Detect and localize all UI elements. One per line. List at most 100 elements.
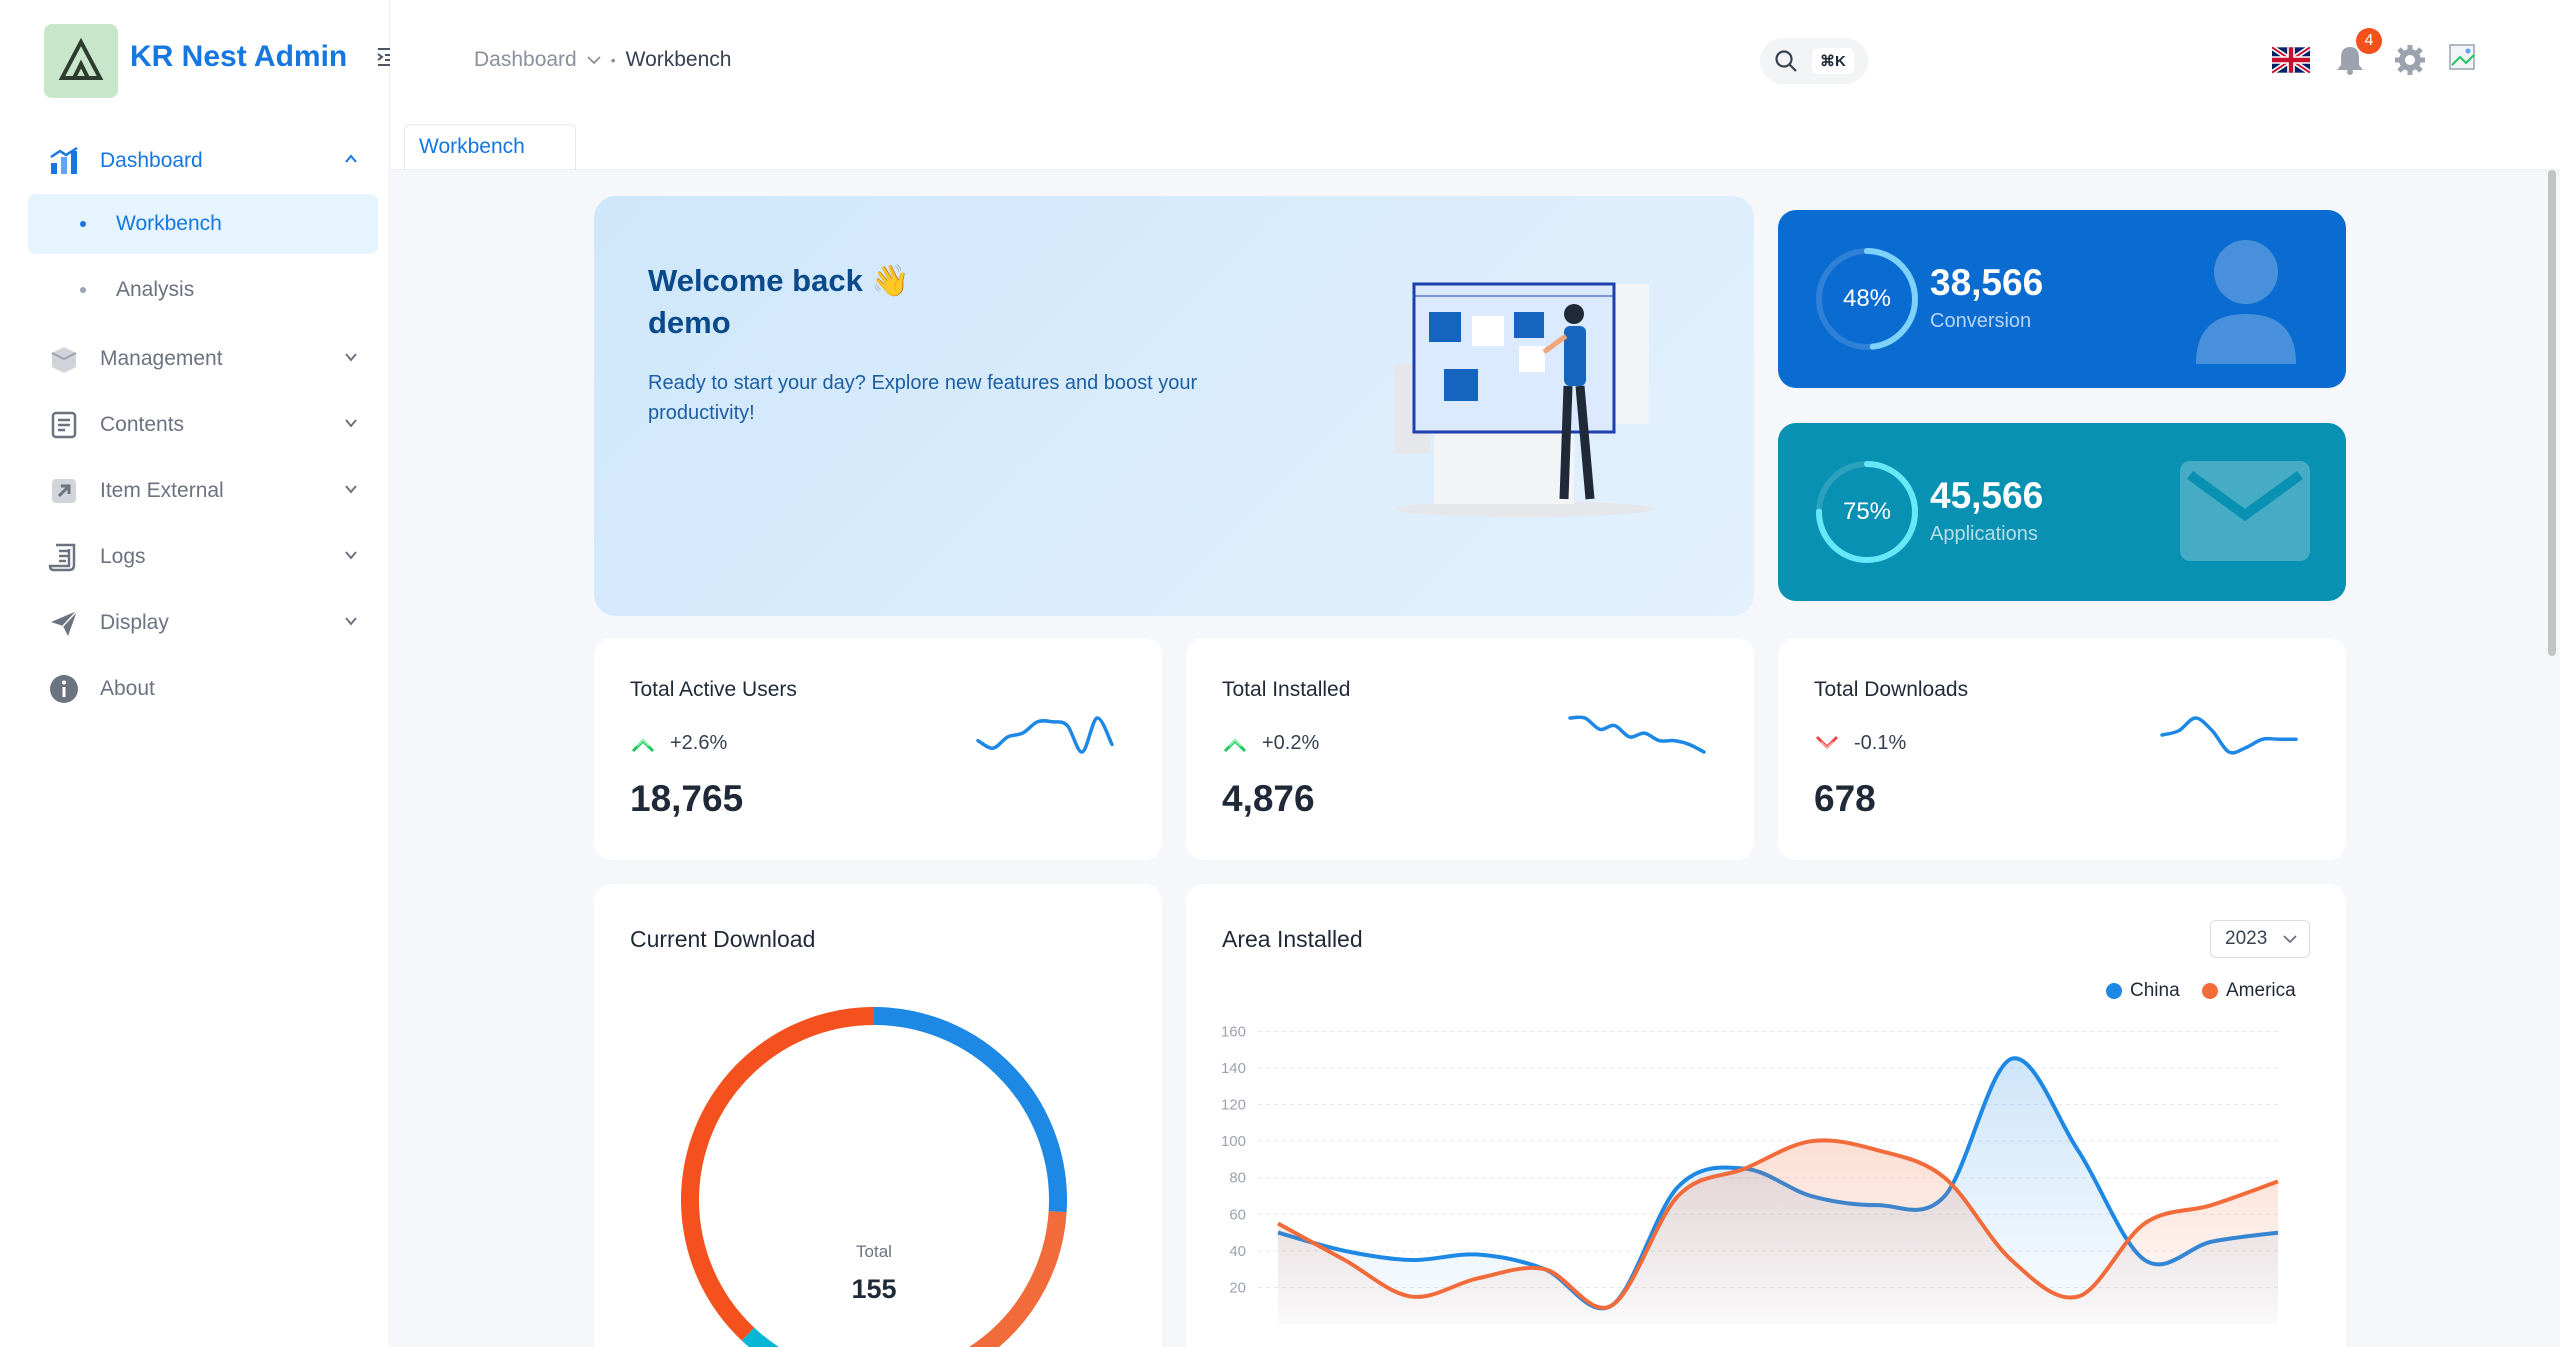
- search-icon: [1775, 50, 1797, 72]
- chevron-down-icon[interactable]: [587, 55, 601, 65]
- user-avatar[interactable]: [2444, 40, 2484, 80]
- mini-card-change: +2.6%: [630, 732, 727, 755]
- sidebar-item-management[interactable]: Management: [28, 326, 378, 392]
- top-header: Dashboard • Workbench: [390, 0, 2560, 124]
- welcome-card: Welcome back 👋 demo Ready to start your …: [594, 196, 1754, 616]
- mini-card-change: -0.1%: [1814, 732, 1906, 755]
- legend-dot: [2202, 983, 2218, 999]
- mini-card-change-value: +2.6%: [670, 732, 728, 754]
- contents-icon: [48, 409, 80, 441]
- legend-item-china[interactable]: China: [2106, 980, 2180, 1002]
- settings-button[interactable]: [2390, 40, 2430, 80]
- breadcrumb: Dashboard • Workbench: [474, 48, 731, 72]
- conversion-percent: 48%: [1843, 285, 1891, 312]
- y-tick-label: 80: [1229, 1170, 1246, 1187]
- year-select-value: 2023: [2225, 928, 2268, 949]
- welcome-heading: Welcome back 👋 demo: [648, 260, 910, 344]
- area-installed-title: Area Installed: [1222, 926, 1363, 952]
- sidebar-item-item-external[interactable]: Item External: [28, 458, 378, 524]
- y-tick-label: 20: [1229, 1279, 1246, 1296]
- current-download-donut-chart: Total 155: [681, 1007, 1067, 1347]
- app-logo[interactable]: [44, 24, 118, 98]
- legend-item-america[interactable]: America: [2202, 980, 2296, 1002]
- mini-card-downloads: Total Downloads -0.1% 678: [1778, 638, 2346, 860]
- legend-label: China: [2130, 980, 2180, 1001]
- gear-icon: [2395, 45, 2425, 75]
- mini-card-installed: Total Installed +0.2% 4,876: [1186, 638, 1754, 860]
- mini-card-value: 678: [1814, 778, 1876, 819]
- applications-percent: 75%: [1843, 498, 1891, 525]
- logs-icon: [48, 541, 80, 573]
- mini-card-change: +0.2%: [1222, 732, 1319, 755]
- breadcrumb-parent[interactable]: Dashboard: [474, 48, 577, 72]
- chevron-up-icon: [345, 154, 357, 163]
- sidebar-subitem-workbench[interactable]: Workbench: [28, 194, 378, 254]
- mini-card-title: Total Installed: [1222, 678, 1351, 701]
- y-tick-label: 100: [1221, 1133, 1246, 1150]
- sidebar-item-label: Contents: [100, 413, 185, 436]
- mini-card-change-value: +0.2%: [1262, 732, 1320, 754]
- mini-card-value: 4,876: [1222, 778, 1315, 819]
- tab-bar: Workbench: [390, 124, 2560, 170]
- donut-segment[interactable]: [873, 1007, 1067, 1213]
- sidebar-item-display[interactable]: Display: [28, 590, 378, 656]
- mini-card-title: Total Active Users: [630, 678, 797, 701]
- chevron-down-icon: [345, 551, 357, 560]
- sidebar-subitem-analysis[interactable]: Analysis: [28, 260, 378, 320]
- applications-label: Applications: [1930, 523, 2038, 545]
- sidebar-item-dashboard[interactable]: Dashboard: [28, 128, 378, 194]
- current-download-card: Current Download Total 155: [594, 884, 1162, 1347]
- chart-icon: [48, 145, 80, 177]
- mini-card-value: 18,765: [630, 778, 744, 819]
- sidebar-item-label: Display: [100, 611, 169, 634]
- chevron-down-icon: [345, 485, 357, 494]
- y-tick-label: 60: [1229, 1206, 1246, 1223]
- language-switch[interactable]: [2271, 40, 2311, 80]
- trend-up-icon: [1223, 738, 1247, 752]
- breadcrumb-separator-icon: •: [610, 52, 616, 68]
- stat-card-applications: 75% 45,566 Applications: [1778, 423, 2346, 601]
- workbench-illustration: [1394, 282, 1654, 517]
- mini-card-change-value: -0.1%: [1854, 732, 1907, 754]
- broken-image-icon: [2449, 44, 2475, 70]
- external-icon: [48, 475, 80, 507]
- donut-center-value: 155: [851, 1274, 896, 1304]
- legend-dot: [2106, 983, 2122, 999]
- tab-workbench[interactable]: Workbench: [404, 124, 576, 170]
- area-installed-card: Area Installed 2023 China America 160 140…: [1186, 884, 2346, 1347]
- sparkline-installed: [1568, 715, 1706, 754]
- sidebar-item-logs[interactable]: Logs: [28, 524, 378, 590]
- sidebar-item-label: Management: [100, 347, 223, 370]
- sidebar-item-label: About: [100, 677, 155, 700]
- donut-segment[interactable]: [681, 1007, 875, 1341]
- mini-card-active-users: Total Active Users +2.6% 18,765: [594, 638, 1162, 860]
- legend-label: America: [2226, 980, 2296, 1001]
- y-tick-label: 160: [1221, 1024, 1246, 1040]
- applications-value: 45,566: [1930, 475, 2044, 516]
- stat-card-conversion: 48% 38,566 Conversion: [1778, 210, 2346, 388]
- search-button[interactable]: ⌘K: [1760, 38, 1868, 84]
- conversion-value: 38,566: [1930, 262, 2044, 303]
- year-select[interactable]: 2023: [2210, 920, 2310, 958]
- sidebar-nav: Dashboard Workbench Analysis Management …: [28, 128, 378, 722]
- trend-up-icon: [631, 738, 655, 752]
- app-title: KR Nest Admin: [130, 40, 348, 73]
- sidebar-item-label: Dashboard: [100, 149, 203, 172]
- chevron-down-icon: [345, 617, 357, 626]
- sidebar-item-contents[interactable]: Contents: [28, 392, 378, 458]
- page-scrollbar[interactable]: [2548, 170, 2556, 656]
- breadcrumb-current: Workbench: [625, 48, 732, 71]
- donut-segment[interactable]: [741, 1327, 828, 1347]
- welcome-user: demo: [648, 305, 731, 340]
- conversion-label: Conversion: [1930, 310, 2032, 332]
- trend-down-icon: [1815, 735, 1839, 749]
- paper-plane-icon: [48, 607, 80, 639]
- sidebar: KR Nest Admin Dashboard Workbench Analys…: [0, 0, 390, 1347]
- donut-center-label: Total: [856, 1242, 892, 1261]
- sidebar-item-label: Item External: [100, 479, 224, 502]
- box-icon: [48, 343, 80, 375]
- search-shortcut: ⌘K: [1812, 48, 1854, 74]
- current-download-title: Current Download: [630, 926, 816, 952]
- sidebar-item-about[interactable]: About: [28, 656, 378, 722]
- notification-count-badge: 4: [2356, 28, 2382, 54]
